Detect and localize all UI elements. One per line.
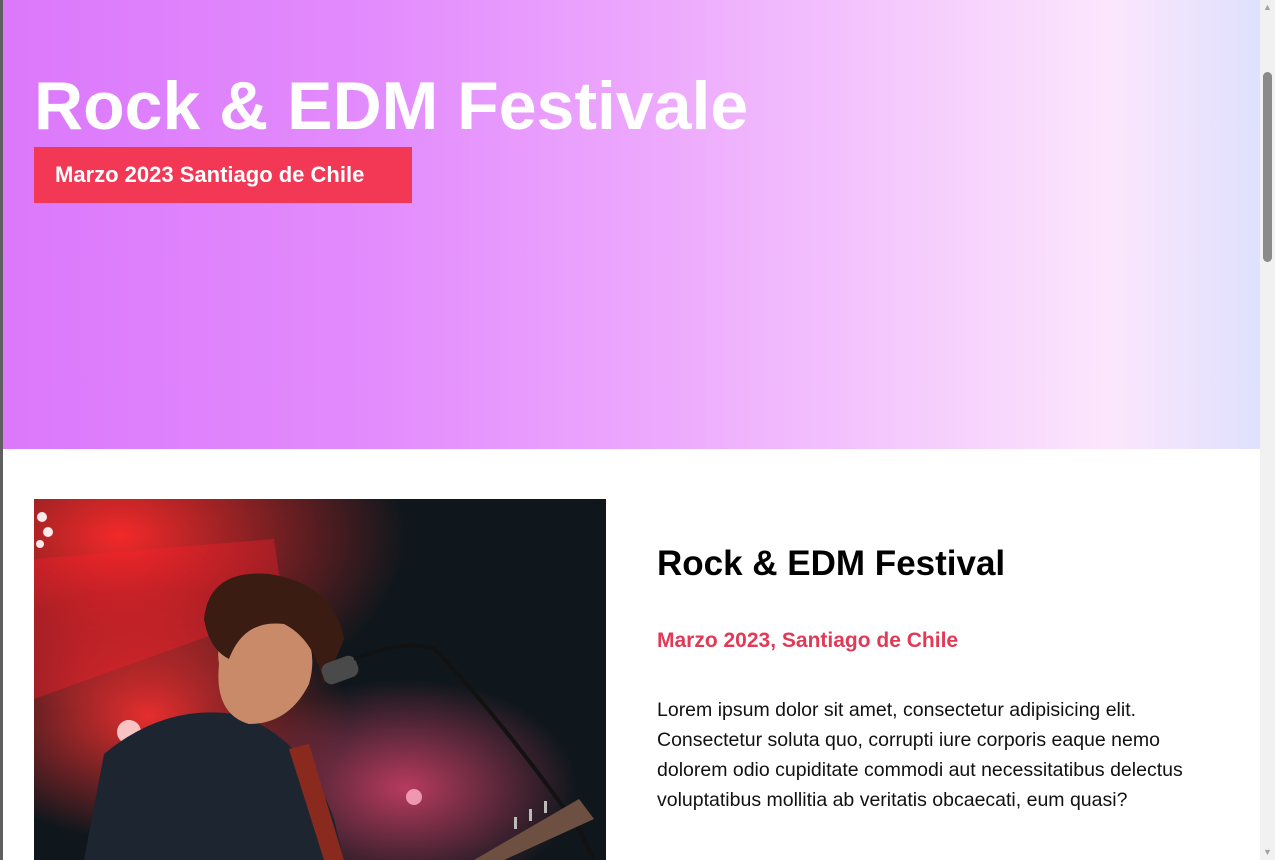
arrow-down-icon[interactable]: ▼	[1260, 845, 1275, 860]
concert-photo-illustration	[34, 499, 606, 860]
concert-photo	[34, 499, 606, 860]
festival-description: Lorem ipsum dolor sit amet, consectetur …	[657, 699, 1183, 811]
arrow-up-icon[interactable]: ▲	[1260, 0, 1275, 15]
hero-title: Rock & EDM Festivale	[34, 68, 749, 144]
hero-date-badge: Marzo 2023 Santiago de Chile	[34, 147, 412, 203]
scrollbar-thumb[interactable]	[1263, 72, 1272, 262]
hero-banner: Rock & EDM Festivale Marzo 2023 Santiago…	[3, 0, 1260, 449]
festival-date: Marzo 2023, Santiago de Chile	[657, 629, 959, 652]
vertical-scrollbar[interactable]: ▲ ▼	[1260, 0, 1275, 860]
festival-title: Rock & EDM Festival	[657, 544, 1006, 583]
